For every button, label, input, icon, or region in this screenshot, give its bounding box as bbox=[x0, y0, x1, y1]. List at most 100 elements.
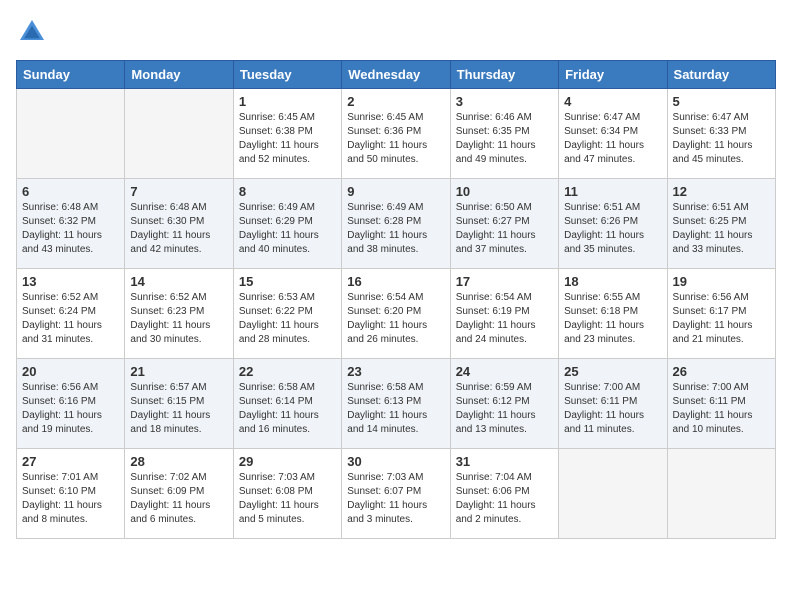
calendar-cell: 7 Sunrise: 6:48 AMSunset: 6:30 PMDaylight… bbox=[125, 179, 233, 269]
day-number: 1 bbox=[239, 94, 336, 109]
day-info: Sunrise: 6:53 AMSunset: 6:22 PMDaylight:… bbox=[239, 291, 336, 347]
calendar-week-row: 13 Sunrise: 6:52 AMSunset: 6:24 PMDayligh… bbox=[17, 269, 776, 359]
day-number: 22 bbox=[239, 364, 336, 379]
day-number: 21 bbox=[130, 364, 227, 379]
day-number: 25 bbox=[564, 364, 661, 379]
day-number: 11 bbox=[564, 184, 661, 199]
day-info: Sunrise: 6:58 AMSunset: 6:14 PMDaylight:… bbox=[239, 381, 336, 437]
day-number: 16 bbox=[347, 274, 444, 289]
day-info: Sunrise: 6:56 AMSunset: 6:16 PMDaylight:… bbox=[22, 381, 119, 437]
day-info: Sunrise: 6:45 AMSunset: 6:36 PMDaylight:… bbox=[347, 111, 444, 167]
day-info: Sunrise: 7:03 AMSunset: 6:07 PMDaylight:… bbox=[347, 471, 444, 527]
day-number: 6 bbox=[22, 184, 119, 199]
day-info: Sunrise: 7:01 AMSunset: 6:10 PMDaylight:… bbox=[22, 471, 119, 527]
calendar-cell: 14Sunrise: 6:52 AMSunset: 6:23 PMDayligh… bbox=[125, 269, 233, 359]
calendar-cell bbox=[125, 89, 233, 179]
calendar-cell: 6 Sunrise: 6:48 AMSunset: 6:32 PMDaylight… bbox=[17, 179, 125, 269]
day-number: 10 bbox=[456, 184, 553, 199]
calendar-cell: 19 Sunrise: 6:56 AMSunset: 6:17 PMDayligh… bbox=[667, 269, 775, 359]
calendar-cell: 5Sunrise: 6:47 AMSunset: 6:33 PMDaylight… bbox=[667, 89, 775, 179]
calendar-cell: 27 Sunrise: 7:01 AMSunset: 6:10 PMDayligh… bbox=[17, 449, 125, 539]
day-info: Sunrise: 7:00 AMSunset: 6:11 PMDaylight:… bbox=[564, 381, 661, 437]
day-number: 28 bbox=[130, 454, 227, 469]
day-info: Sunrise: 6:49 AMSunset: 6:29 PMDaylight:… bbox=[239, 201, 336, 257]
day-number: 15 bbox=[239, 274, 336, 289]
calendar-cell: 26 Sunrise: 7:00 AMSunset: 6:11 PMDayligh… bbox=[667, 359, 775, 449]
day-number: 12 bbox=[673, 184, 770, 199]
day-info: Sunrise: 6:56 AMSunset: 6:17 PMDaylight:… bbox=[673, 291, 770, 347]
calendar-cell: 3 Sunrise: 6:46 AMSunset: 6:35 PMDaylight… bbox=[450, 89, 558, 179]
calendar-cell: 20Sunrise: 6:56 AMSunset: 6:16 PMDayligh… bbox=[17, 359, 125, 449]
calendar-cell: 13 Sunrise: 6:52 AMSunset: 6:24 PMDayligh… bbox=[17, 269, 125, 359]
day-number: 31 bbox=[456, 454, 553, 469]
calendar-cell: 10 Sunrise: 6:50 AMSunset: 6:27 PMDayligh… bbox=[450, 179, 558, 269]
calendar-cell: 23 Sunrise: 6:58 AMSunset: 6:13 PMDayligh… bbox=[342, 359, 450, 449]
day-number: 18 bbox=[564, 274, 661, 289]
weekday-header: Wednesday bbox=[342, 61, 450, 89]
calendar-cell: 2 Sunrise: 6:45 AMSunset: 6:36 PMDaylight… bbox=[342, 89, 450, 179]
day-number: 7 bbox=[130, 184, 227, 199]
calendar-cell bbox=[667, 449, 775, 539]
day-info: Sunrise: 6:51 AMSunset: 6:25 PMDaylight:… bbox=[673, 201, 770, 257]
day-info: Sunrise: 6:48 AMSunset: 6:32 PMDaylight:… bbox=[22, 201, 119, 257]
weekday-header: Saturday bbox=[667, 61, 775, 89]
day-info: Sunrise: 7:02 AMSunset: 6:09 PMDaylight:… bbox=[130, 471, 227, 527]
calendar-cell: 11 Sunrise: 6:51 AMSunset: 6:26 PMDayligh… bbox=[559, 179, 667, 269]
calendar-cell bbox=[17, 89, 125, 179]
calendar-week-row: 20Sunrise: 6:56 AMSunset: 6:16 PMDayligh… bbox=[17, 359, 776, 449]
day-info: Sunrise: 7:03 AMSunset: 6:08 PMDaylight:… bbox=[239, 471, 336, 527]
day-number: 19 bbox=[673, 274, 770, 289]
weekday-header: Friday bbox=[559, 61, 667, 89]
calendar-cell: 8Sunrise: 6:49 AMSunset: 6:29 PMDaylight… bbox=[233, 179, 341, 269]
day-number: 3 bbox=[456, 94, 553, 109]
calendar-cell: 28 Sunrise: 7:02 AMSunset: 6:09 PMDayligh… bbox=[125, 449, 233, 539]
day-info: Sunrise: 6:52 AMSunset: 6:23 PMDaylight:… bbox=[130, 291, 227, 347]
day-info: Sunrise: 6:50 AMSunset: 6:27 PMDaylight:… bbox=[456, 201, 553, 257]
calendar-cell: 15 Sunrise: 6:53 AMSunset: 6:22 PMDayligh… bbox=[233, 269, 341, 359]
day-info: Sunrise: 6:59 AMSunset: 6:12 PMDaylight:… bbox=[456, 381, 553, 437]
calendar-cell: 30 Sunrise: 7:03 AMSunset: 6:07 PMDayligh… bbox=[342, 449, 450, 539]
day-info: Sunrise: 6:45 AMSunset: 6:38 PMDaylight:… bbox=[239, 111, 336, 167]
calendar-week-row: 6 Sunrise: 6:48 AMSunset: 6:32 PMDaylight… bbox=[17, 179, 776, 269]
weekday-header: Sunday bbox=[17, 61, 125, 89]
day-info: Sunrise: 6:47 AMSunset: 6:34 PMDaylight:… bbox=[564, 111, 661, 167]
calendar-cell: 12 Sunrise: 6:51 AMSunset: 6:25 PMDayligh… bbox=[667, 179, 775, 269]
day-number: 27 bbox=[22, 454, 119, 469]
calendar-cell: 29Sunrise: 7:03 AMSunset: 6:08 PMDayligh… bbox=[233, 449, 341, 539]
calendar-cell: 17 Sunrise: 6:54 AMSunset: 6:19 PMDayligh… bbox=[450, 269, 558, 359]
calendar-cell bbox=[559, 449, 667, 539]
day-info: Sunrise: 6:46 AMSunset: 6:35 PMDaylight:… bbox=[456, 111, 553, 167]
day-number: 9 bbox=[347, 184, 444, 199]
calendar-cell: 22 Sunrise: 6:58 AMSunset: 6:14 PMDayligh… bbox=[233, 359, 341, 449]
calendar-cell: 9 Sunrise: 6:49 AMSunset: 6:28 PMDaylight… bbox=[342, 179, 450, 269]
day-number: 2 bbox=[347, 94, 444, 109]
calendar-cell: 1 Sunrise: 6:45 AMSunset: 6:38 PMDaylight… bbox=[233, 89, 341, 179]
day-info: Sunrise: 7:00 AMSunset: 6:11 PMDaylight:… bbox=[673, 381, 770, 437]
calendar-week-row: 27 Sunrise: 7:01 AMSunset: 6:10 PMDayligh… bbox=[17, 449, 776, 539]
day-number: 23 bbox=[347, 364, 444, 379]
day-info: Sunrise: 6:51 AMSunset: 6:26 PMDaylight:… bbox=[564, 201, 661, 257]
day-info: Sunrise: 6:58 AMSunset: 6:13 PMDaylight:… bbox=[347, 381, 444, 437]
logo bbox=[16, 16, 52, 48]
day-number: 26 bbox=[673, 364, 770, 379]
day-info: Sunrise: 6:55 AMSunset: 6:18 PMDaylight:… bbox=[564, 291, 661, 347]
calendar-cell: 31 Sunrise: 7:04 AMSunset: 6:06 PMDayligh… bbox=[450, 449, 558, 539]
day-info: Sunrise: 6:47 AMSunset: 6:33 PMDaylight:… bbox=[673, 111, 770, 167]
calendar-cell: 16 Sunrise: 6:54 AMSunset: 6:20 PMDayligh… bbox=[342, 269, 450, 359]
calendar-cell: 25 Sunrise: 7:00 AMSunset: 6:11 PMDayligh… bbox=[559, 359, 667, 449]
page-header bbox=[16, 16, 776, 48]
weekday-header: Monday bbox=[125, 61, 233, 89]
day-info: Sunrise: 7:04 AMSunset: 6:06 PMDaylight:… bbox=[456, 471, 553, 527]
day-info: Sunrise: 6:57 AMSunset: 6:15 PMDaylight:… bbox=[130, 381, 227, 437]
day-number: 24 bbox=[456, 364, 553, 379]
day-info: Sunrise: 6:54 AMSunset: 6:20 PMDaylight:… bbox=[347, 291, 444, 347]
weekday-header: Tuesday bbox=[233, 61, 341, 89]
day-number: 17 bbox=[456, 274, 553, 289]
day-number: 13 bbox=[22, 274, 119, 289]
day-number: 30 bbox=[347, 454, 444, 469]
day-info: Sunrise: 6:52 AMSunset: 6:24 PMDaylight:… bbox=[22, 291, 119, 347]
day-info: Sunrise: 6:48 AMSunset: 6:30 PMDaylight:… bbox=[130, 201, 227, 257]
day-number: 4 bbox=[564, 94, 661, 109]
day-info: Sunrise: 6:54 AMSunset: 6:19 PMDaylight:… bbox=[456, 291, 553, 347]
day-info: Sunrise: 6:49 AMSunset: 6:28 PMDaylight:… bbox=[347, 201, 444, 257]
